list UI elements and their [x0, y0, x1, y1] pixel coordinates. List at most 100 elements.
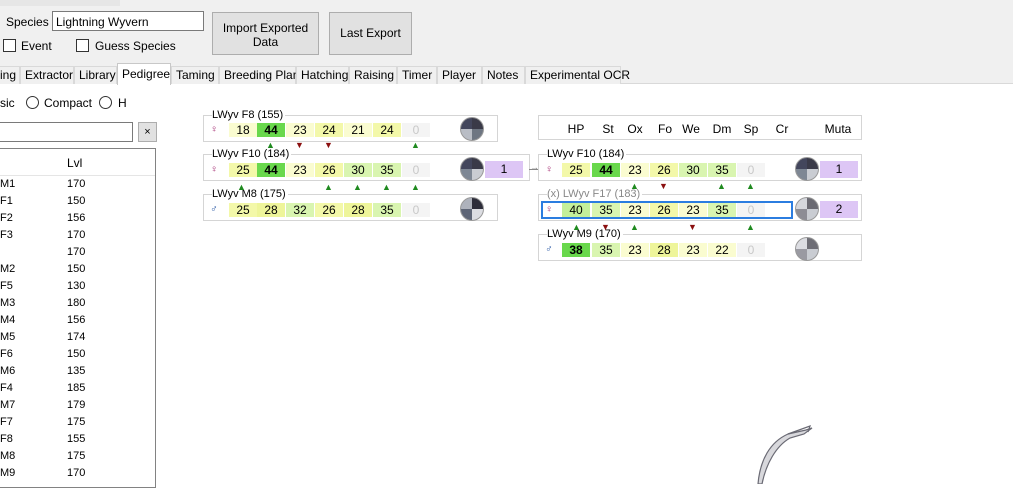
last-export-button[interactable]: Last Export	[329, 12, 412, 55]
tab-player[interactable]: Player	[437, 66, 482, 84]
creature-list[interactable]: Lvl M1 170 F1 150 F2 156 F3 170 170 M2 150 F5 130 M3 1…	[0, 148, 156, 488]
import-exported-data-button[interactable]: Import Exported Data	[212, 12, 319, 55]
list-item-level[interactable]: 150	[67, 263, 85, 275]
guess-species-checkbox[interactable]	[76, 39, 89, 52]
tab-timer[interactable]: Timer	[397, 66, 437, 84]
list-item-name[interactable]: M1	[0, 178, 15, 190]
view-compact-radio[interactable]	[26, 96, 39, 109]
list-item-level[interactable]: 174	[67, 331, 85, 343]
stat-we: 23	[679, 203, 707, 217]
list-item-name[interactable]: F2	[0, 212, 13, 224]
list-item-level[interactable]: 170	[67, 178, 85, 190]
creature-name: LWyv F10 (184)	[212, 148, 292, 160]
stat-header: Sp	[743, 122, 759, 136]
list-item-level[interactable]: 156	[67, 212, 85, 224]
stat-st: 28	[257, 203, 285, 217]
list-item-level[interactable]: 180	[67, 297, 85, 309]
event-checkbox[interactable]	[3, 39, 16, 52]
pedigree-card-father-parent[interactable]	[203, 194, 498, 221]
tab-library[interactable]: Library	[74, 66, 117, 84]
muta-header: Muta	[824, 122, 852, 136]
pedigree-card-right-father[interactable]	[538, 234, 862, 261]
inherit-up-icon: ▲	[411, 140, 420, 150]
creature-image	[757, 425, 813, 484]
list-item-level[interactable]: 170	[67, 467, 85, 479]
list-item-name[interactable]: M8	[0, 450, 15, 462]
stat-sp: 0	[737, 243, 765, 257]
list-item-level[interactable]: 155	[67, 433, 85, 445]
tab-raising[interactable]: Raising	[349, 66, 397, 84]
stat-st: 44	[592, 163, 620, 177]
pedigree-card-mother-parent[interactable]	[203, 115, 498, 142]
stat-ox: 32	[286, 203, 314, 217]
tab-notes[interactable]: Notes	[482, 66, 525, 84]
list-item-name[interactable]: F1	[0, 195, 13, 207]
list-item-name[interactable]: F7	[0, 416, 13, 428]
stat-st: 35	[592, 243, 620, 257]
tab-pedigree[interactable]: Pedigree	[117, 63, 171, 85]
clear-filter-button[interactable]: ×	[138, 122, 157, 142]
mutation-count: 1	[485, 161, 523, 178]
stat-header-card	[538, 115, 862, 140]
tab-extractor[interactable]: Extractor	[20, 66, 74, 84]
species-input[interactable]: Lightning Wyvern	[52, 11, 204, 31]
list-item-name[interactable]: M2	[0, 263, 15, 275]
list-item-level[interactable]: 150	[67, 195, 85, 207]
inherit-down-icon: ▼	[324, 140, 333, 150]
tab-breeding-plan[interactable]: Breeding Plan	[219, 66, 299, 84]
stat-dm: 24	[373, 123, 401, 137]
creature-name: (x) LWyv F17 (183)	[547, 188, 643, 200]
list-item-level[interactable]: 135	[67, 365, 85, 377]
main-tabs: ing Extractor Library Pedigree Taming Br…	[0, 63, 1013, 85]
inherit-up-icon: ▲	[717, 181, 726, 191]
stat-sp: 0	[402, 123, 430, 137]
stat-dm: 22	[708, 243, 736, 257]
stat-st: 35	[592, 203, 620, 217]
list-item-level[interactable]: 150	[67, 348, 85, 360]
list-item-level[interactable]: 175	[67, 416, 85, 428]
list-item-name[interactable]: F5	[0, 280, 13, 292]
list-item-level[interactable]: 170	[67, 229, 85, 241]
header-divider	[0, 175, 155, 176]
pedigree-card-selected[interactable]	[538, 194, 862, 221]
event-label: Event	[21, 39, 52, 53]
pedigree-card-right-mother[interactable]	[538, 154, 862, 181]
mutation-count: 2	[820, 201, 858, 218]
list-item-level[interactable]: 156	[67, 314, 85, 326]
view-h-label: H	[118, 96, 127, 110]
inherit-down-icon: ▼	[601, 222, 610, 232]
list-item-name[interactable]: F6	[0, 348, 13, 360]
stat-fo: 26	[315, 203, 343, 217]
list-item-name[interactable]: M5	[0, 331, 15, 343]
top-strip	[0, 0, 120, 6]
list-item-name[interactable]: M3	[0, 297, 15, 309]
tab-breeding[interactable]: ing	[0, 66, 20, 84]
list-item-level[interactable]: 185	[67, 382, 85, 394]
male-icon: ♂	[210, 204, 218, 215]
tab-experimental-ocr[interactable]: Experimental OCR	[525, 66, 630, 84]
list-item-name[interactable]: F8	[0, 433, 13, 445]
inherit-down-icon: ▼	[659, 181, 668, 191]
stat-sp: 0	[737, 163, 765, 177]
toolbar: Species Lightning Wyvern Event Guess Spe…	[0, 0, 1013, 66]
list-item-level[interactable]: 130	[67, 280, 85, 292]
stat-sp: 0	[402, 203, 430, 217]
list-item-level[interactable]: 179	[67, 399, 85, 411]
list-item-name[interactable]: F3	[0, 229, 13, 241]
list-item-name[interactable]: M7	[0, 399, 15, 411]
filter-input[interactable]	[0, 122, 133, 142]
tab-hatching[interactable]: Hatching	[296, 66, 349, 84]
list-item-name[interactable]: M4	[0, 314, 15, 326]
tab-taming[interactable]: Taming	[171, 66, 219, 84]
inherit-up-icon: ▲	[266, 140, 275, 150]
list-item-level[interactable]: 175	[67, 450, 85, 462]
female-icon: ♀	[545, 204, 553, 215]
list-item-name[interactable]: M9	[0, 467, 15, 479]
list-item-level[interactable]: 170	[67, 246, 85, 258]
inherit-down-icon: ▼	[295, 140, 304, 150]
view-h-radio[interactable]	[99, 96, 112, 109]
list-item-name[interactable]: M6	[0, 365, 15, 377]
stat-st: 44	[257, 163, 285, 177]
pedigree-card-mother[interactable]	[203, 154, 530, 181]
list-item-name[interactable]: F4	[0, 382, 13, 394]
